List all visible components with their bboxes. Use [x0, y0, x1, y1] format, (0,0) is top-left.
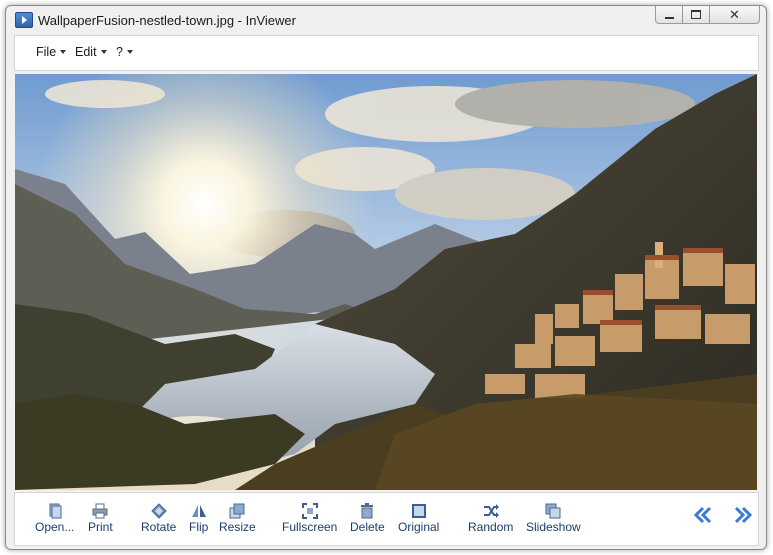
- original-button[interactable]: Original: [398, 503, 439, 534]
- menu-file[interactable]: File: [36, 45, 67, 59]
- fullscreen-icon: [301, 503, 318, 519]
- random-button[interactable]: Random: [468, 503, 513, 534]
- app-logo-icon: [15, 12, 33, 28]
- chevron-down-icon: [100, 50, 107, 54]
- rotate-icon: [150, 503, 167, 519]
- landscape-photo: [15, 74, 757, 490]
- menu-help[interactable]: ?: [116, 45, 133, 59]
- maximize-button[interactable]: [683, 6, 710, 24]
- slideshow-label: Slideshow: [526, 520, 581, 534]
- menu-file-label: File: [36, 45, 57, 59]
- delete-button[interactable]: Delete: [350, 503, 385, 534]
- window-controls: ✕: [655, 6, 760, 25]
- flip-icon: [191, 505, 206, 517]
- chevron-down-icon: [60, 50, 67, 54]
- resize-button[interactable]: Resize: [219, 503, 256, 534]
- fullscreen-label: Fullscreen: [282, 520, 338, 534]
- rotate-button[interactable]: Rotate: [141, 503, 176, 534]
- print-label: Print: [88, 520, 113, 534]
- close-icon: ✕: [729, 6, 740, 22]
- slideshow-button[interactable]: Slideshow: [526, 503, 581, 534]
- title-bar[interactable]: WallpaperFusion-nestled-town.jpg - InVie…: [6, 6, 766, 34]
- open-button[interactable]: Open...: [35, 503, 74, 534]
- resize-label: Resize: [219, 520, 256, 534]
- double-chevron-right-icon[interactable]: [733, 506, 753, 524]
- menu-edit[interactable]: Edit: [75, 45, 107, 59]
- random-label: Random: [468, 520, 514, 534]
- flip-label: Flip: [189, 520, 209, 534]
- menu-edit-label: Edit: [75, 45, 97, 59]
- original-size-icon: [411, 504, 426, 518]
- menu-bar: File Edit ?: [14, 35, 759, 71]
- open-file-icon: [49, 503, 62, 519]
- resize-icon: [229, 503, 245, 519]
- shuffle-icon: [483, 504, 499, 518]
- double-chevron-left-icon[interactable]: [693, 506, 713, 524]
- printer-icon: [92, 503, 108, 519]
- maximize-icon: [691, 10, 701, 19]
- app-window: WallpaperFusion-nestled-town.jpg - InVie…: [5, 5, 767, 550]
- trash-icon: [361, 503, 374, 519]
- menu-help-label: ?: [116, 45, 123, 59]
- minimize-icon: [664, 16, 674, 19]
- print-button[interactable]: Print: [88, 503, 113, 534]
- rotate-label: Rotate: [141, 520, 177, 534]
- image-viewport[interactable]: [15, 74, 757, 490]
- close-button[interactable]: ✕: [710, 6, 760, 24]
- delete-label: Delete: [350, 520, 385, 534]
- slideshow-icon: [545, 503, 561, 519]
- chevron-down-icon: [126, 50, 133, 54]
- fullscreen-button[interactable]: Fullscreen: [282, 503, 337, 534]
- window-title: WallpaperFusion-nestled-town.jpg - InVie…: [38, 13, 296, 28]
- flip-button[interactable]: Flip: [189, 503, 208, 534]
- open-label: Open...: [35, 520, 75, 534]
- minimize-button[interactable]: [655, 6, 683, 24]
- original-label: Original: [398, 520, 440, 534]
- bottom-toolbar: Open... Print Rotate Flip Resize Fullscr…: [14, 492, 759, 546]
